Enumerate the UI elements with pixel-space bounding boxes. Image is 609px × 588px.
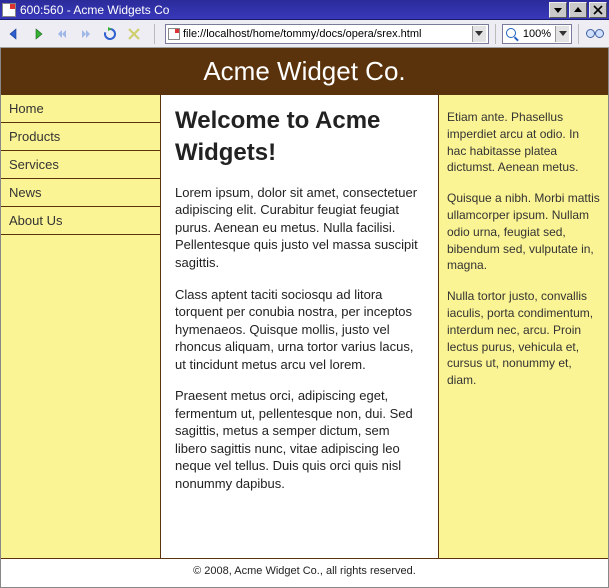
reload-button[interactable] [100,24,120,44]
aside-para-3: Nulla tortor justo, convallis iaculis, p… [447,288,600,389]
nav-home[interactable]: Home [1,95,160,123]
page-header: Acme Widget Co. [1,48,608,95]
minimize-button[interactable] [549,2,567,18]
aside-para-1: Etiam ante. Phasellus imperdiet arcu at … [447,109,600,176]
aside-para-2: Quisque a nibh. Morbi mattis ullamcorper… [447,190,600,274]
sidebar: Home Products Services News About Us [1,95,161,558]
window-title: 600:560 - Acme Widgets Co [20,3,547,17]
zoom-field[interactable]: 100% [502,24,572,44]
binoculars-icon [585,26,605,42]
nav-about[interactable]: About Us [1,207,160,235]
magnifier-icon [505,27,519,41]
main-heading: Welcome to Acme Widgets! [175,105,424,170]
document-icon [168,28,180,40]
nav-products[interactable]: Products [1,123,160,151]
viewport: Acme Widget Co. Home Products Services N… [0,48,609,588]
nav-services[interactable]: Services [1,151,160,179]
rewind-button[interactable] [52,24,72,44]
url-text: file://localhost/home/tommy/docs/opera/s… [183,28,472,40]
find-button[interactable] [585,24,605,44]
forward-button[interactable] [28,24,48,44]
footer-text: © 2008, Acme Widget Co., all rights rese… [1,559,608,587]
back-button[interactable] [4,24,24,44]
main-para-2: Class aptent taciti sociosqu ad litora t… [175,286,424,374]
zoom-dropdown-icon[interactable] [555,26,569,42]
stop-button[interactable] [124,24,144,44]
titlebar: 600:560 - Acme Widgets Co [0,0,609,20]
main-para-3: Praesent metus orci, adipiscing eget, fe… [175,387,424,492]
aside: Etiam ante. Phasellus imperdiet arcu at … [438,95,608,558]
fastfwd-button[interactable] [76,24,96,44]
maximize-button[interactable] [569,2,587,18]
nav-news[interactable]: News [1,179,160,207]
main-content: Welcome to Acme Widgets! Lorem ipsum, do… [161,95,438,558]
zoom-value: 100% [519,28,555,40]
main-para-1: Lorem ipsum, dolor sit amet, consectetue… [175,184,424,272]
url-dropdown-icon[interactable] [472,26,486,42]
url-field[interactable]: file://localhost/home/tommy/docs/opera/s… [165,24,489,44]
toolbar: file://localhost/home/tommy/docs/opera/s… [0,20,609,48]
favicon-icon [2,3,16,17]
close-button[interactable] [589,2,607,18]
